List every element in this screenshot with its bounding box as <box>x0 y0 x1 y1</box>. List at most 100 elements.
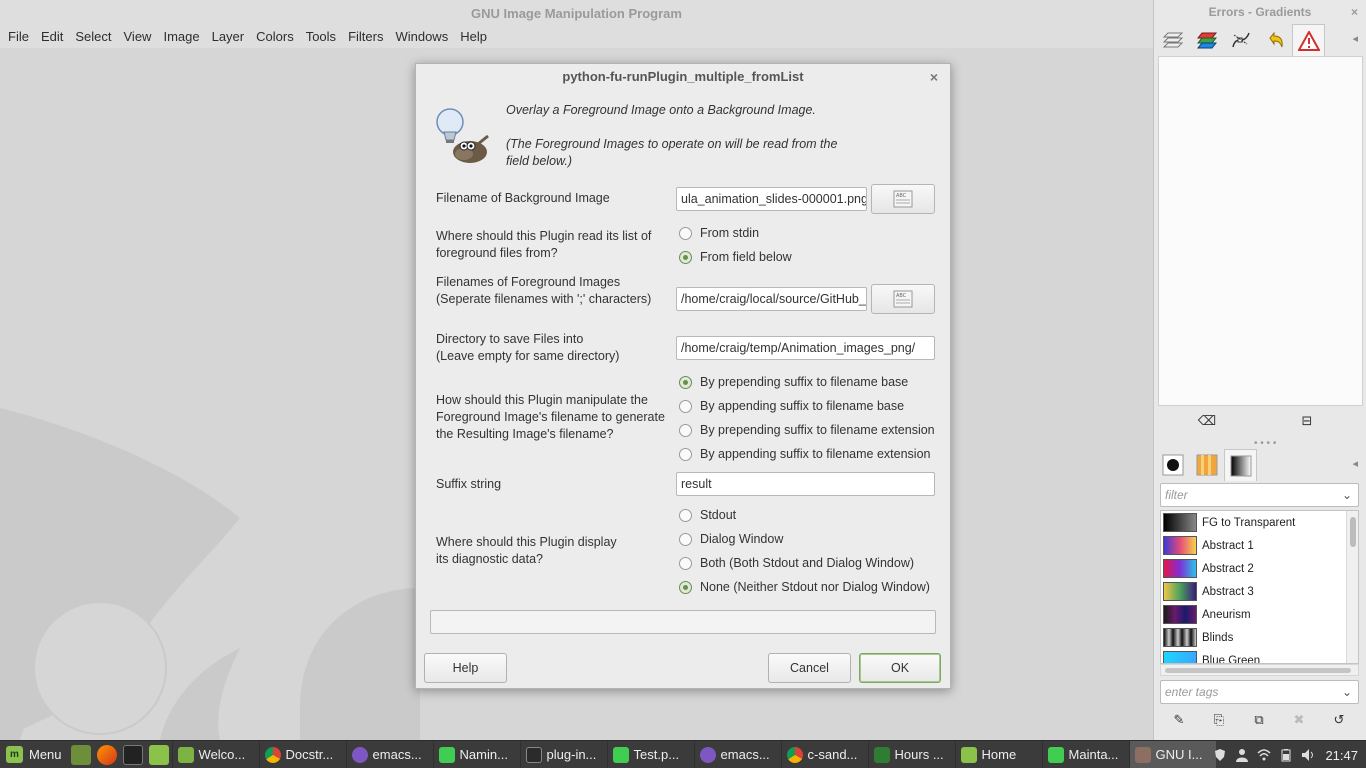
list-item[interactable]: Aneurism <box>1161 603 1358 626</box>
cancel-button[interactable]: Cancel <box>768 653 851 683</box>
fg-images-input[interactable]: /home/craig/local/source/GitHub_ <box>676 287 867 311</box>
clear-errors-icon[interactable]: ⌫ <box>1194 410 1220 432</box>
tab-gradients[interactable] <box>1224 449 1257 481</box>
tab-layers[interactable] <box>1156 24 1189 56</box>
task-c-sand[interactable]: c-sand... <box>780 740 868 768</box>
firefox-icon[interactable] <box>96 744 117 765</box>
terminal-icon[interactable] <box>122 744 143 765</box>
radio-from-field[interactable]: From field below <box>679 248 792 266</box>
scrollbar-thumb[interactable] <box>1165 668 1351 673</box>
task-docstr[interactable]: Docstr... <box>258 740 346 768</box>
filter-placeholder: filter <box>1165 488 1188 502</box>
scrollbar-thumb[interactable] <box>1350 517 1356 547</box>
user-icon[interactable] <box>1235 748 1249 762</box>
menu-select[interactable]: Select <box>69 26 117 48</box>
horizontal-scrollbar[interactable] <box>1160 664 1359 676</box>
tab-errors[interactable] <box>1292 24 1325 56</box>
task-label: emacs... <box>720 747 770 762</box>
bg-image-input[interactable]: ula_animation_slides-000001.png <box>676 187 867 211</box>
gradient-filter-input[interactable]: filter ⌄ <box>1160 483 1359 507</box>
menu-edit[interactable]: Edit <box>35 26 69 48</box>
refresh-gradients-icon[interactable]: ↺ <box>1326 709 1352 731</box>
menu-file[interactable]: File <box>2 26 35 48</box>
task-naming[interactable]: Namin... <box>432 740 520 768</box>
task-emacs-1[interactable]: emacs... <box>345 740 433 768</box>
edit-gradient-icon[interactable]: ✎ <box>1166 709 1192 731</box>
vertical-scrollbar[interactable] <box>1346 511 1358 663</box>
radio-append-base[interactable]: By appending suffix to filename base <box>679 397 904 415</box>
list-item[interactable]: Abstract 2 <box>1161 557 1358 580</box>
clock[interactable]: 21:47 <box>1325 748 1358 763</box>
task-label: Namin... <box>459 747 508 762</box>
task-plugin-terminal[interactable]: plug-in... <box>519 740 607 768</box>
close-icon[interactable]: × <box>1351 0 1358 24</box>
chevron-down-icon[interactable]: ⌄ <box>1342 484 1352 506</box>
menu-image[interactable]: Image <box>157 26 205 48</box>
task-maintainer[interactable]: Mainta... <box>1041 740 1129 768</box>
radio-diag-both[interactable]: Both (Both Stdout and Dialog Window) <box>679 554 914 572</box>
menu-help[interactable]: Help <box>454 26 493 48</box>
start-menu-label: Menu <box>29 747 62 762</box>
radio-prepend-base[interactable]: By prepending suffix to filename base <box>679 373 908 391</box>
menu-layer[interactable]: Layer <box>206 26 251 48</box>
show-desktop-icon[interactable] <box>70 744 91 765</box>
task-hours[interactable]: Hours ... <box>867 740 955 768</box>
menu-windows[interactable]: Windows <box>389 26 454 48</box>
volume-icon[interactable] <box>1301 748 1315 762</box>
list-item[interactable]: Abstract 3 <box>1161 580 1358 603</box>
task-welcome[interactable]: Welco... <box>171 740 259 768</box>
bg-file-chooser-button[interactable]: ABC <box>871 184 935 214</box>
gradient-swatch <box>1163 536 1197 555</box>
ok-button[interactable]: OK <box>859 653 941 683</box>
list-item[interactable]: Abstract 1 <box>1161 534 1358 557</box>
chevron-down-icon[interactable]: ⌄ <box>1342 681 1352 703</box>
dock-menu-arrow-icon[interactable]: ◂ <box>1352 457 1358 470</box>
battery-icon[interactable] <box>1279 748 1293 762</box>
save-errors-icon[interactable]: ⊟ <box>1294 410 1320 432</box>
tab-paths[interactable] <box>1224 24 1257 56</box>
new-gradient-icon[interactable]: ⎘ <box>1206 709 1232 731</box>
list-item[interactable]: Blue Green <box>1161 649 1358 663</box>
pane-resize-handle[interactable]: • • • • <box>1254 438 1276 449</box>
radio-diag-none[interactable]: None (Neither Stdout nor Dialog Window) <box>679 578 930 596</box>
menu-tools[interactable]: Tools <box>300 26 342 48</box>
radio-append-extension[interactable]: By appending suffix to filename extensio… <box>679 445 930 463</box>
start-menu-button[interactable]: m Menu <box>0 741 68 768</box>
menu-filters[interactable]: Filters <box>342 26 389 48</box>
tab-patterns[interactable] <box>1190 449 1223 481</box>
gradient-buttons: ✎ ⎘ ⧉ ✖ ↺ <box>1166 709 1352 731</box>
dock-title-text: Errors - Gradients <box>1208 5 1312 19</box>
task-label: c-sand... <box>807 747 858 762</box>
menu-colors[interactable]: Colors <box>250 26 300 48</box>
delete-gradient-icon[interactable]: ✖ <box>1286 709 1312 731</box>
shield-icon[interactable] <box>1213 748 1227 762</box>
wilber-lightbulb-icon <box>436 108 489 163</box>
radio-diag-stdout[interactable]: Stdout <box>679 506 736 524</box>
tab-undo-history[interactable] <box>1258 24 1291 56</box>
files-icon[interactable] <box>148 744 169 765</box>
close-icon[interactable]: × <box>930 64 938 90</box>
tag-input[interactable]: enter tags ⌄ <box>1160 680 1359 704</box>
radio-diag-dialog[interactable]: Dialog Window <box>679 530 783 548</box>
task-test[interactable]: Test.p... <box>606 740 694 768</box>
tab-channels[interactable] <box>1190 24 1223 56</box>
help-button[interactable]: Help <box>424 653 507 683</box>
radio-prepend-extension[interactable]: By prepending suffix to filename extensi… <box>679 421 935 439</box>
duplicate-gradient-icon[interactable]: ⧉ <box>1246 709 1272 731</box>
radio-from-stdin[interactable]: From stdin <box>679 224 759 242</box>
menu-view[interactable]: View <box>118 26 158 48</box>
suffix-input[interactable]: result <box>676 472 935 496</box>
gradient-name: Abstract 1 <box>1202 539 1254 552</box>
wifi-icon[interactable] <box>1257 748 1271 762</box>
fg-file-chooser-button[interactable]: ABC <box>871 284 935 314</box>
task-emacs-2[interactable]: emacs... <box>693 740 781 768</box>
task-label: GNU I... <box>1155 747 1203 762</box>
list-item[interactable]: Blinds <box>1161 626 1358 649</box>
task-home[interactable]: Home <box>954 740 1042 768</box>
radio-label: From field below <box>700 250 792 264</box>
tab-brushes[interactable] <box>1156 449 1189 481</box>
dock-menu-arrow-icon[interactable]: ◂ <box>1352 32 1358 45</box>
list-item[interactable]: FG to Transparent <box>1161 511 1358 534</box>
task-gimp[interactable]: GNU I... <box>1128 740 1216 768</box>
save-directory-input[interactable]: /home/craig/temp/Animation_images_png/ <box>676 336 935 360</box>
